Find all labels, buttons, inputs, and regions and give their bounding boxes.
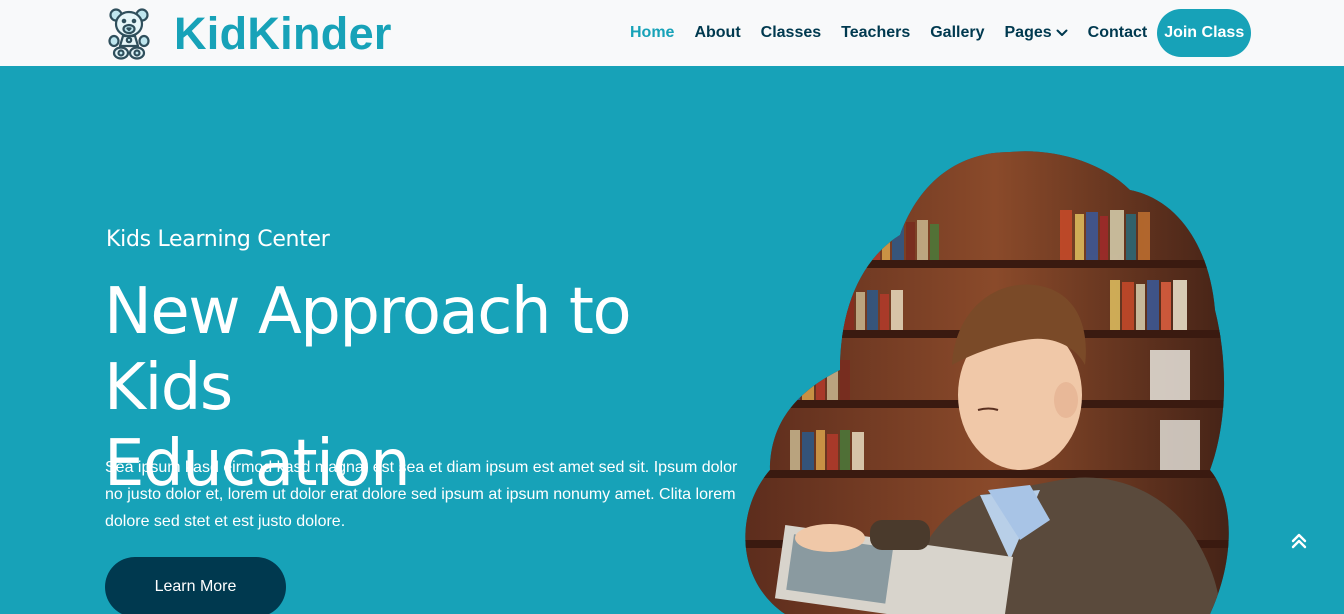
double-chevron-up-icon	[1291, 533, 1307, 549]
nav-item-pages-dropdown[interactable]: Pages	[995, 24, 1078, 42]
nav-item-label: About	[694, 24, 741, 41]
nav-item-label: Contact	[1087, 24, 1148, 41]
nav-item-contact[interactable]: Contact	[1078, 24, 1158, 42]
scroll-to-top-button[interactable]	[1284, 526, 1314, 556]
nav-item-label: Classes	[760, 24, 822, 41]
nav-item-home[interactable]: Home	[620, 24, 684, 42]
hero-eyebrow: Kids Learning Center	[106, 227, 330, 252]
nav-item-label: Gallery	[930, 24, 985, 41]
join-class-button[interactable]: Join Class	[1157, 9, 1252, 57]
nav-item-label: Pages	[1004, 24, 1052, 41]
nav-item-gallery[interactable]: Gallery	[920, 24, 994, 42]
nav-item-teachers[interactable]: Teachers	[831, 24, 920, 42]
boy-reading-book-image	[745, 151, 1229, 614]
learn-more-button[interactable]: Learn More	[105, 557, 286, 614]
hero-description: Sea ipsum kasd eirmod kasd magna, est se…	[105, 459, 738, 530]
navbar: KidKinder Home About Classes Teachers Ga…	[0, 0, 1344, 66]
main-nav: Home About Classes Teachers Gallery Page…	[620, 0, 1252, 66]
brand-name: KidKinder	[174, 7, 392, 59]
nav-item-classes[interactable]: Classes	[751, 24, 832, 42]
hero-section: Kids Learning Center New Approach to Kid…	[0, 66, 1344, 614]
nav-item-label: Teachers	[841, 24, 911, 41]
chevron-down-icon	[1056, 29, 1068, 36]
nav-item-about[interactable]: About	[684, 24, 750, 42]
teddy-bear-icon	[108, 8, 150, 60]
brand-logo-link[interactable]: KidKinder	[106, 4, 392, 62]
hero-title-line-1: New Approach to Kids	[104, 275, 632, 425]
nav-item-label: Home	[630, 24, 675, 41]
